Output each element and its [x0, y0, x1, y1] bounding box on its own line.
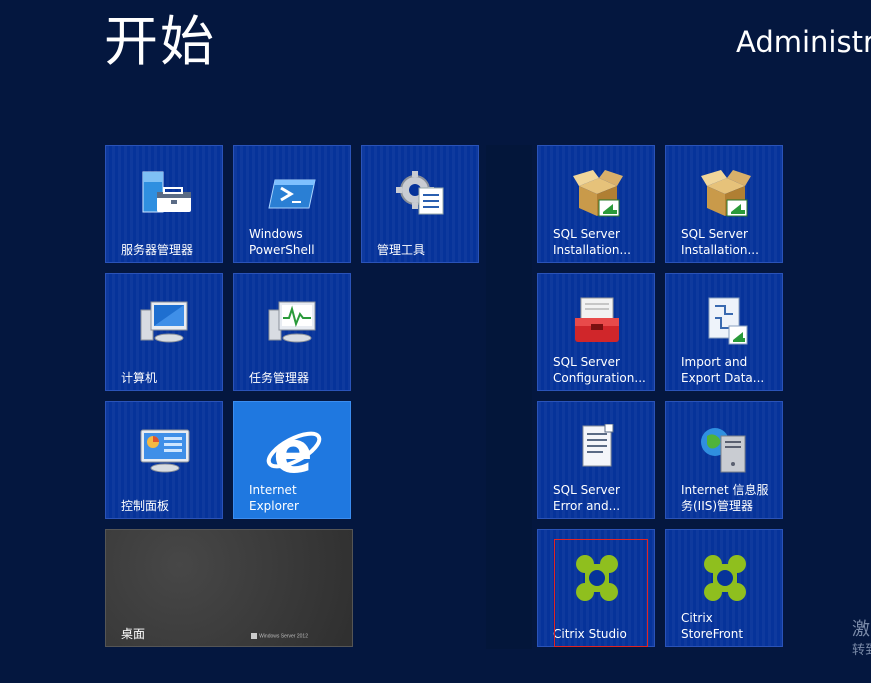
tile-label: SQL Server Installation...: [681, 227, 759, 257]
tile-group-separator: [486, 145, 532, 649]
windows-server-brand: Windows Server 2012: [251, 632, 308, 639]
tile-import-export-data[interactable]: Import and Export Data...: [665, 273, 783, 391]
tile-label: Citrix Studio: [553, 627, 627, 641]
tile-label: 控制面板: [121, 499, 170, 513]
import-export-icon: [708, 297, 748, 345]
tile-label: 任务管理器: [249, 371, 310, 385]
tile-control-panel[interactable]: 控制面板: [105, 401, 223, 519]
toolbox-icon: [575, 297, 619, 342]
iis-manager-icon: [701, 428, 746, 473]
tile-label: Citrix StoreFront: [681, 611, 744, 641]
tile-label: 管理工具: [377, 243, 426, 257]
sql-installer-box-icon: [573, 170, 623, 217]
tile-iis-manager[interactable]: Internet 信息服 务(IIS)管理器: [665, 401, 783, 519]
citrix-logo-icon: [704, 555, 746, 601]
windows-activation-watermark: 激 转到: [852, 619, 871, 658]
tile-internet-explorer[interactable]: e Internet Explorer: [233, 401, 351, 519]
tile-sql-server-installation-2[interactable]: SQL Server Installation...: [665, 145, 783, 263]
tile-label: Import and Export Data...: [681, 355, 765, 385]
error-report-icon: [582, 424, 614, 467]
user-account-name[interactable]: Administra: [736, 22, 871, 62]
tile-computer[interactable]: 计算机: [105, 273, 223, 391]
svg-text:e: e: [273, 420, 312, 482]
tile-desktop[interactable]: 桌面 Windows Server 2012: [105, 529, 353, 647]
task-manager-icon: [268, 301, 316, 343]
tile-sql-server-configuration[interactable]: SQL Server Configuration...: [537, 273, 655, 391]
tile-task-manager[interactable]: 任务管理器: [233, 273, 351, 391]
tile-sql-server-installation-1[interactable]: SQL Server Installation...: [537, 145, 655, 263]
tile-server-manager[interactable]: 服务器管理器: [105, 145, 223, 263]
tile-label: 桌面: [121, 627, 146, 641]
tile-label: SQL Server Configuration...: [553, 355, 646, 385]
server-manager-icon: [142, 171, 191, 213]
computer-icon: [140, 301, 188, 343]
tile-sql-server-error-reporting[interactable]: SQL Server Error and...: [537, 401, 655, 519]
tile-citrix-studio[interactable]: Citrix Studio: [537, 529, 655, 647]
tile-admin-tools[interactable]: 管理工具: [361, 145, 479, 263]
tile-label: Internet 信息服 务(IIS)管理器: [681, 483, 769, 513]
start-title: 开始: [104, 10, 216, 73]
tile-citrix-storefront[interactable]: Citrix StoreFront: [665, 529, 783, 647]
windows-logo-icon: [251, 632, 258, 639]
tile-label: SQL Server Error and...: [553, 483, 621, 513]
tile-label: SQL Server Installation...: [553, 227, 631, 257]
tile-label: 计算机: [121, 371, 158, 385]
tile-label: Windows PowerShell: [249, 227, 315, 257]
powershell-icon: [268, 179, 316, 209]
internet-explorer-icon: e: [266, 420, 322, 482]
control-panel-icon: [140, 429, 190, 473]
citrix-logo-icon: [576, 555, 618, 601]
admin-tools-icon: [396, 171, 444, 215]
tile-windows-powershell[interactable]: Windows PowerShell: [233, 145, 351, 263]
tile-label: 服务器管理器: [121, 243, 194, 257]
tile-label: Internet Explorer: [249, 483, 299, 513]
sql-installer-box-icon: [701, 170, 751, 217]
